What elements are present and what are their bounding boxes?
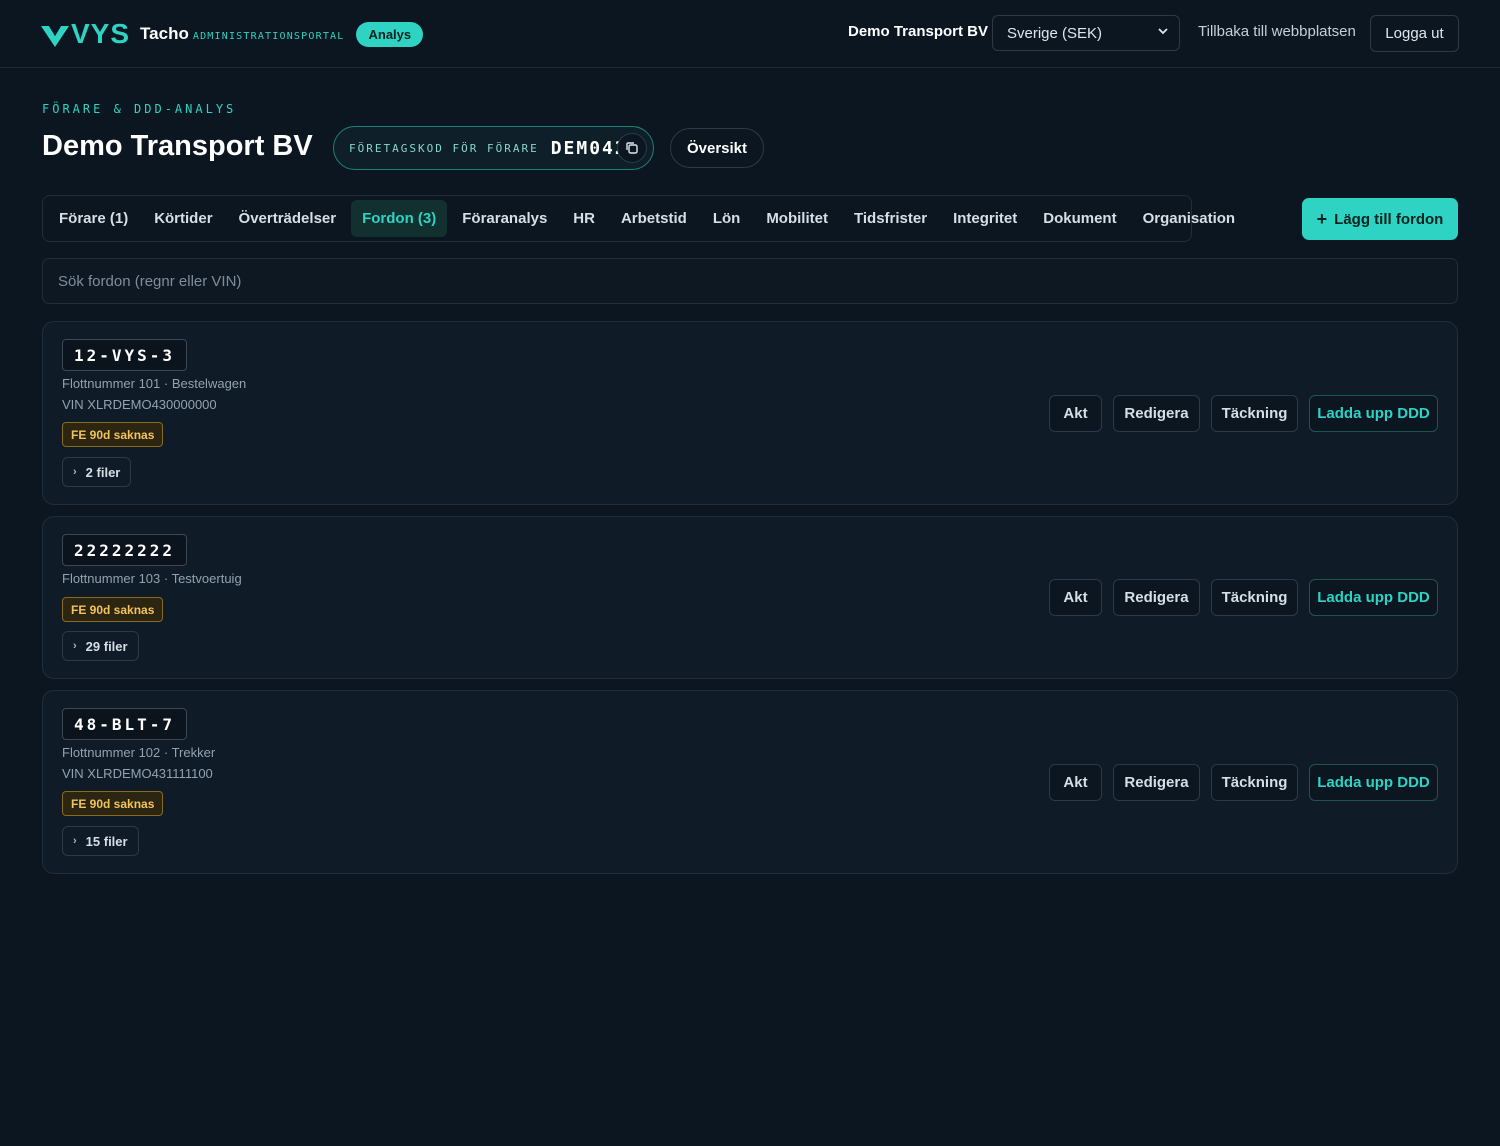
vehicle-info: Flottnummer 103 · Testvoertuig xyxy=(62,571,242,586)
tab-violations[interactable]: Överträdelser xyxy=(228,200,348,237)
tab-organisation[interactable]: Organisation xyxy=(1132,200,1247,237)
files-toggle[interactable]: › 2 filer xyxy=(62,457,132,487)
brand-subtitle: ADMINISTRATIONSPORTAL xyxy=(192,30,345,42)
chevron-right-icon: › xyxy=(73,640,77,652)
overview-button[interactable]: Översikt xyxy=(670,128,764,168)
logo[interactable]: VYS Tacho ADMINISTRATIONSPORTAL Analys xyxy=(40,18,424,50)
vehicle-vin: VIN XLRDEMO430000000 xyxy=(62,397,217,412)
vehicle-card: 22222222 Flottnummer 103 · Testvoertuig … xyxy=(42,516,1458,679)
add-vehicle-label: Lägg till fordon xyxy=(1334,210,1444,228)
chevron-down-icon xyxy=(1157,25,1169,40)
akt-button[interactable]: Akt xyxy=(1049,579,1102,616)
vehicle-actions: Akt Redigera Täckning Ladda upp DDD xyxy=(1038,395,1438,432)
tab-deadlines[interactable]: Tidsfrister xyxy=(843,200,938,237)
coverage-button[interactable]: Täckning xyxy=(1211,764,1298,801)
vehicle-card: 12-VYS-3 Flottnummer 101 · Bestelwagen V… xyxy=(42,321,1458,505)
files-count: 29 filer xyxy=(85,638,128,654)
edit-button[interactable]: Redigera xyxy=(1113,764,1200,801)
license-plate: 48-BLT-7 xyxy=(62,708,188,740)
vehicle-search xyxy=(42,258,1458,304)
copy-code-button[interactable] xyxy=(617,133,647,163)
vehicle-info: Flottnummer 101 · Bestelwagen xyxy=(62,376,247,391)
company-name: Demo Transport BV xyxy=(848,23,989,40)
company-code-label: FÖRETAGSKOD FÖR FÖRARE xyxy=(349,141,539,155)
status-badge: FE 90d saknas xyxy=(62,422,164,447)
vehicle-actions: Akt Redigera Täckning Ladda upp DDD xyxy=(1038,579,1438,616)
vehicle-actions: Akt Redigera Täckning Ladda upp DDD xyxy=(1038,764,1438,801)
top-bar: VYS Tacho ADMINISTRATIONSPORTAL Analys D… xyxy=(0,0,1500,68)
akt-button[interactable]: Akt xyxy=(1049,764,1102,801)
tab-drivers[interactable]: Förare (1) xyxy=(48,200,139,237)
status-badge: FE 90d saknas xyxy=(62,597,164,622)
copy-icon xyxy=(626,142,638,154)
status-badge: FE 90d saknas xyxy=(62,791,164,816)
vehicle-vin: VIN XLRDEMO431111100 xyxy=(62,766,213,781)
page-title: Demo Transport BV xyxy=(42,130,313,162)
tab-driver-analysis[interactable]: Föraranalys xyxy=(451,200,558,237)
logo-text: VYS xyxy=(71,18,131,49)
logout-button[interactable]: Logga ut xyxy=(1370,15,1459,52)
tab-mobility[interactable]: Mobilitet xyxy=(755,200,839,237)
files-toggle[interactable]: › 15 filer xyxy=(62,826,139,856)
brand-name: Tacho xyxy=(140,24,189,43)
upload-ddd-button[interactable]: Ladda upp DDD xyxy=(1309,579,1438,616)
edit-button[interactable]: Redigera xyxy=(1113,395,1200,432)
files-count: 15 filer xyxy=(85,833,128,849)
vehicle-info: Flottnummer 102 · Trekker xyxy=(62,745,216,760)
country-select[interactable]: Sverige (SEK) xyxy=(992,15,1180,51)
coverage-button[interactable]: Täckning xyxy=(1211,395,1298,432)
page-eyebrow: FÖRARE & DDD-ANALYS xyxy=(42,102,237,116)
upload-ddd-button[interactable]: Ladda upp DDD xyxy=(1309,764,1438,801)
chevron-right-icon: › xyxy=(73,466,77,478)
section-tabs: Förare (1) Körtider Överträdelser Fordon… xyxy=(42,195,1235,242)
edit-button[interactable]: Redigera xyxy=(1113,579,1200,616)
tab-working-time[interactable]: Arbetstid xyxy=(610,200,698,237)
tab-integrity[interactable]: Integritet xyxy=(942,200,1028,237)
coverage-button[interactable]: Täckning xyxy=(1211,579,1298,616)
logo-icon xyxy=(40,18,70,50)
license-plate: 12-VYS-3 xyxy=(62,339,188,371)
vehicle-search-input[interactable] xyxy=(58,272,1457,290)
akt-button[interactable]: Akt xyxy=(1049,395,1102,432)
plus-icon: + xyxy=(1316,208,1328,229)
files-count: 2 filer xyxy=(85,464,121,480)
chevron-right-icon: › xyxy=(73,835,77,847)
analys-badge: Analys xyxy=(356,21,424,47)
add-vehicle-button[interactable]: + Lägg till fordon xyxy=(1302,198,1458,240)
files-toggle[interactable]: › 29 filer xyxy=(62,631,139,661)
country-select-value: Sverige (SEK) xyxy=(1007,24,1103,42)
tab-driving-times[interactable]: Körtider xyxy=(143,200,223,237)
license-plate: 22222222 xyxy=(62,534,188,566)
company-code-pill: FÖRETAGSKOD FÖR FÖRARE DEM042 xyxy=(333,126,654,170)
tab-salary[interactable]: Lön xyxy=(702,200,752,237)
tab-documents[interactable]: Dokument xyxy=(1032,200,1127,237)
back-to-website-link[interactable]: Tillbaka till webbplatsen xyxy=(1198,23,1356,40)
tab-hr[interactable]: HR xyxy=(562,200,606,237)
vehicle-card: 48-BLT-7 Flottnummer 102 · Trekker VIN X… xyxy=(42,690,1458,874)
upload-ddd-button[interactable]: Ladda upp DDD xyxy=(1309,395,1438,432)
tab-vehicles[interactable]: Fordon (3) xyxy=(351,200,448,237)
